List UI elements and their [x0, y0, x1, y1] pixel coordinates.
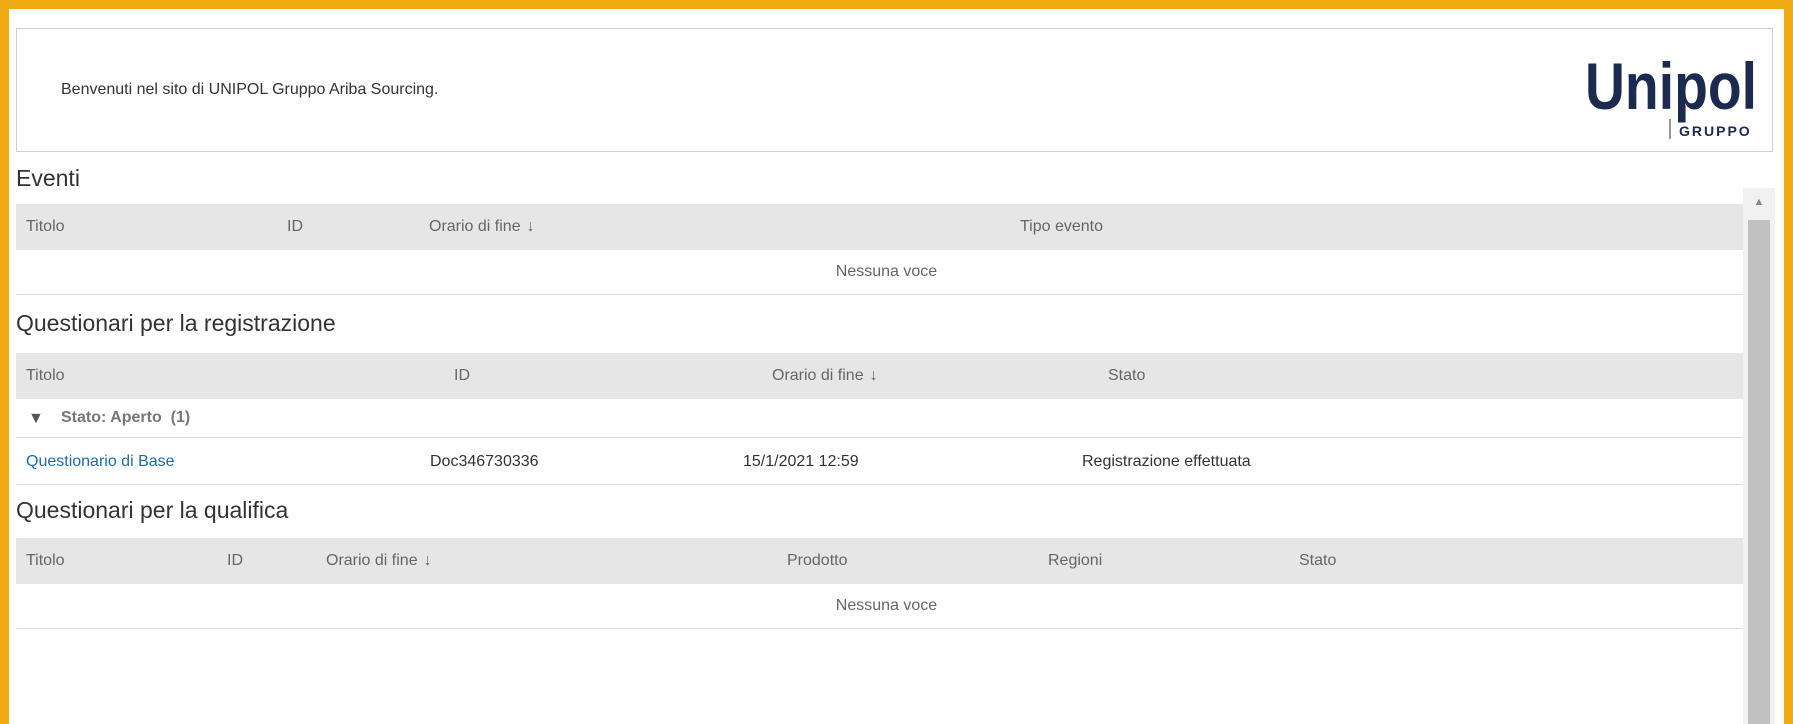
sort-desc-icon: ↓	[423, 552, 432, 569]
questionario-link[interactable]: Questionario di Base	[26, 453, 175, 471]
col-orario-label: Orario di fine	[326, 552, 418, 569]
page-frame: Benvenuti nel sito di UNIPOL Gruppo Arib…	[0, 0, 1793, 724]
group-count: (1)	[170, 409, 191, 426]
section-title-eventi: Eventi	[16, 165, 80, 191]
cell-orario: 15/1/2021 12:59	[743, 453, 859, 470]
vertical-scrollbar[interactable]: ▲	[1743, 188, 1775, 724]
cell-id: Doc346730336	[430, 453, 539, 470]
section-title-qualifica: Questionari per la qualifica	[16, 497, 289, 523]
col-orario-di-fine[interactable]: Orario di fine ↓	[429, 218, 535, 236]
cell-stato: Registrazione effettuata	[1082, 453, 1251, 470]
eventi-empty-row: Nessuna voce	[16, 250, 1757, 295]
welcome-text: Benvenuti nel sito di UNIPOL Gruppo Arib…	[61, 81, 439, 98]
col-titolo[interactable]: Titolo	[26, 367, 65, 385]
sort-desc-icon: ↓	[869, 367, 878, 384]
main-content: Eventi Titolo ID Orario di fine ↓ Tipo ev…	[9, 159, 1757, 724]
col-orario-label: Orario di fine	[429, 218, 521, 235]
section-title-registrazione: Questionari per la registrazione	[16, 310, 336, 336]
welcome-banner: Benvenuti nel sito di UNIPOL Gruppo Arib…	[16, 28, 1773, 152]
col-regioni[interactable]: Regioni	[1048, 552, 1102, 570]
col-titolo[interactable]: Titolo	[26, 552, 65, 570]
col-orario-di-fine[interactable]: Orario di fine ↓	[772, 367, 878, 385]
col-tipo-evento[interactable]: Tipo evento	[1020, 218, 1103, 236]
table-row: Questionario di Base Doc346730336 15/1/2…	[16, 438, 1757, 485]
scroll-thumb[interactable]	[1748, 220, 1770, 724]
col-id[interactable]: ID	[227, 552, 243, 570]
sort-desc-icon: ↓	[526, 218, 535, 235]
unipol-logo: Unipol GRUPPO	[1585, 49, 1757, 139]
qualifica-table-header: Titolo ID Orario di fine ↓ Prodotto Regio…	[16, 538, 1757, 584]
logo-main-text: Unipol	[1585, 49, 1757, 123]
collapse-triangle-icon[interactable]: ▼	[28, 410, 44, 428]
col-id[interactable]: ID	[454, 367, 470, 385]
col-id[interactable]: ID	[287, 218, 303, 236]
empty-message: Nessuna voce	[835, 263, 938, 280]
logo-sub-text: GRUPPO	[1679, 123, 1752, 139]
col-stato[interactable]: Stato	[1299, 552, 1336, 570]
scroll-up-arrow-icon[interactable]: ▲	[1743, 188, 1775, 216]
col-orario-label: Orario di fine	[772, 367, 864, 384]
eventi-table-header: Titolo ID Orario di fine ↓ Tipo evento	[16, 204, 1757, 250]
col-stato[interactable]: Stato	[1108, 367, 1145, 385]
qualifica-empty-row: Nessuna voce	[16, 584, 1757, 629]
group-row-aperto[interactable]: ▼ Stato: Aperto (1)	[16, 399, 1757, 438]
col-prodotto[interactable]: Prodotto	[787, 552, 847, 570]
group-label-text: Stato: Aperto	[61, 409, 162, 426]
group-label: Stato: Aperto (1)	[61, 409, 190, 427]
col-orario-di-fine[interactable]: Orario di fine ↓	[326, 552, 432, 570]
empty-message: Nessuna voce	[835, 597, 938, 614]
col-titolo[interactable]: Titolo	[26, 218, 65, 236]
registrazione-table-header: Titolo ID Orario di fine ↓ Stato	[16, 353, 1757, 399]
